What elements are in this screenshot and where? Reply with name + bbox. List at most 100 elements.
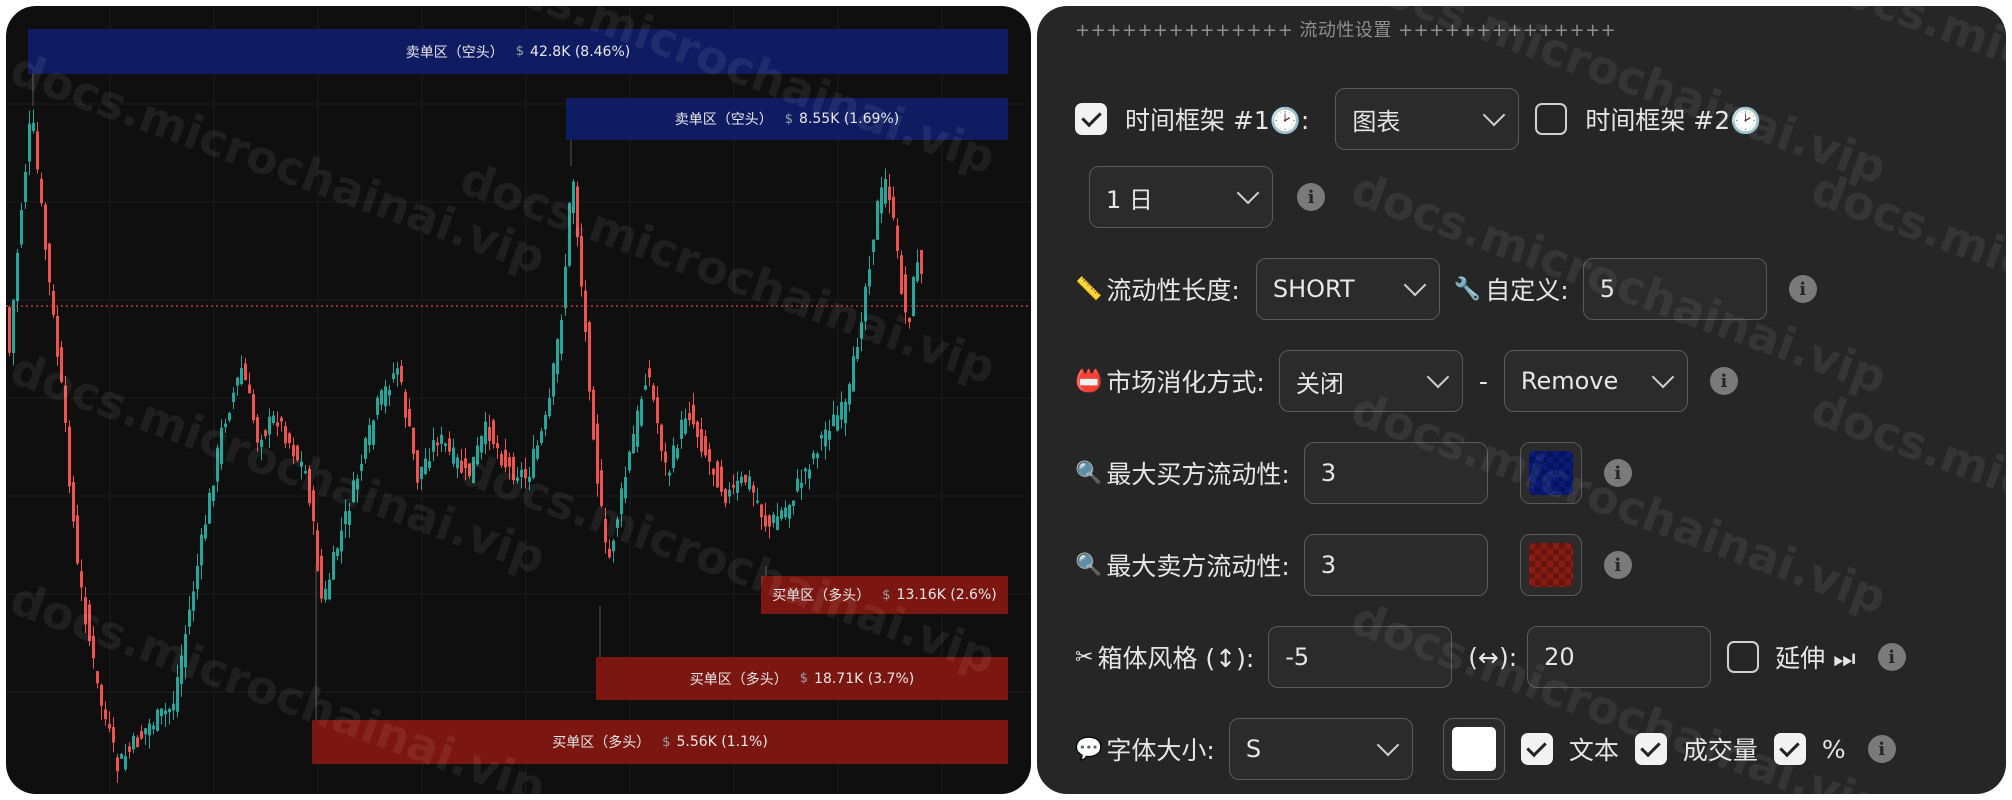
candle-body — [696, 421, 699, 438]
candle-body — [180, 655, 183, 685]
candle-body — [144, 728, 147, 735]
mitigation-select[interactable]: 关闭 — [1278, 350, 1463, 412]
buy-color-swatch — [1528, 451, 1573, 495]
candle-body — [368, 425, 371, 446]
chevron-down-icon — [1236, 181, 1260, 205]
sell-color-picker[interactable] — [1519, 534, 1582, 596]
candle-body — [792, 500, 795, 507]
candle-body — [724, 489, 727, 504]
text-color-picker[interactable] — [1442, 718, 1505, 780]
candle-body — [916, 262, 919, 281]
box-horizontal-input[interactable]: 20 — [1527, 626, 1712, 688]
buy-color-picker[interactable] — [1519, 442, 1582, 504]
candle-body — [556, 339, 559, 375]
candle-body — [836, 415, 839, 431]
candle-body — [752, 485, 755, 493]
candle-body — [832, 414, 835, 427]
info-icon[interactable]: i — [1867, 735, 1896, 763]
candle-body — [652, 385, 655, 400]
candle-body — [388, 389, 391, 396]
candle-body — [548, 398, 551, 417]
candle-body — [796, 478, 799, 492]
font-size-select[interactable]: S — [1228, 718, 1413, 780]
text-checkbox[interactable] — [1520, 733, 1553, 765]
candle-body — [716, 461, 719, 488]
candle-body — [808, 469, 811, 479]
timeframe1-checkbox[interactable] — [1075, 103, 1107, 135]
candle-body — [624, 477, 627, 499]
candle-body — [764, 515, 767, 527]
box-vertical-input[interactable]: -5 — [1268, 626, 1453, 688]
candle-body — [780, 510, 783, 519]
candle-body — [460, 460, 463, 473]
candle-body — [120, 754, 123, 759]
max-sell-row: 🔍 最大卖方流动性: 3 i — [1075, 534, 1986, 596]
box-vertical-value: -5 — [1285, 643, 1310, 671]
candle-body — [484, 421, 487, 445]
liquidity-length-select[interactable]: SHORT — [1255, 258, 1440, 320]
mitigation-mode-value: Remove — [1520, 367, 1619, 395]
max-buy-input[interactable]: 3 — [1303, 442, 1488, 504]
candle-body — [508, 456, 511, 467]
candle-body — [712, 468, 715, 475]
info-icon[interactable]: i — [1709, 367, 1738, 395]
max-sell-input[interactable]: 3 — [1303, 534, 1488, 596]
liquidity-length-row: 📏 流动性长度: SHORT 🔧 自定义: 5 i — [1075, 258, 1986, 320]
candle-body — [612, 540, 615, 552]
candle-body — [708, 449, 711, 462]
candle-body — [68, 426, 71, 487]
timeframe1-select[interactable]: 图表 — [1335, 88, 1520, 150]
liquidity-length-value: SHORT — [1272, 275, 1355, 303]
candle-body — [176, 677, 179, 712]
mitigation-mode-select[interactable]: Remove — [1503, 350, 1688, 412]
candle-body — [224, 423, 227, 428]
candle-body — [268, 416, 271, 435]
info-icon[interactable]: i — [1877, 643, 1906, 671]
zone-value: 8.55K (1.69%) — [799, 111, 900, 127]
candle-body — [596, 423, 599, 484]
candle-body — [608, 548, 611, 558]
extend-checkbox[interactable] — [1727, 641, 1760, 673]
candle-body — [740, 476, 743, 483]
candle-body — [396, 368, 399, 375]
candle-body — [500, 453, 503, 466]
percent-checkbox[interactable] — [1773, 733, 1806, 765]
candle-body — [884, 179, 887, 204]
dollar-icon: $ — [784, 111, 794, 127]
candle-body — [644, 385, 647, 390]
custom-length-input[interactable]: 5 — [1582, 258, 1767, 320]
chart-panel[interactable]: 卖单区（空头） $42.8K (8.46%) 卖单区（空头） $8.55K (1.6… — [6, 6, 1031, 794]
candle-body — [528, 476, 531, 482]
candle-body — [656, 397, 659, 424]
candle-body — [664, 451, 667, 463]
timeframe2-select[interactable]: 1 日 — [1089, 166, 1273, 228]
candle-body — [348, 510, 351, 526]
candle-body — [312, 490, 315, 522]
mitigation-value: 关闭 — [1295, 369, 1344, 398]
info-icon[interactable]: i — [1603, 551, 1632, 579]
candle-body — [572, 181, 575, 214]
candle-body — [744, 474, 747, 483]
info-icon[interactable]: i — [1603, 459, 1632, 487]
candle-body — [720, 466, 723, 492]
info-icon[interactable]: i — [1297, 183, 1325, 211]
candle-body — [12, 299, 15, 354]
candle-body — [340, 530, 343, 552]
candle-body — [276, 422, 279, 427]
candle-body — [560, 320, 563, 354]
candle-body — [504, 449, 507, 468]
extend-label: 延伸 ⏭ — [1775, 644, 1856, 673]
mitigation-label: 市场消化方式: — [1106, 368, 1265, 397]
candle-body — [336, 548, 339, 556]
timeframe2-checkbox[interactable] — [1535, 103, 1568, 135]
candle-body — [464, 458, 467, 469]
candle-body — [456, 457, 459, 469]
settings-panel: ++++++++++++++ 流动性设置 ++++++++++++++ 时间框架… — [1037, 6, 2006, 794]
info-icon[interactable]: i — [1788, 275, 1817, 303]
box-horizontal-value: 20 — [1544, 643, 1575, 671]
candle-body — [100, 684, 103, 706]
candle-body — [296, 445, 299, 461]
candle-body — [856, 347, 859, 359]
volume-checkbox[interactable] — [1634, 733, 1667, 765]
chevron-down-icon — [1426, 365, 1450, 389]
